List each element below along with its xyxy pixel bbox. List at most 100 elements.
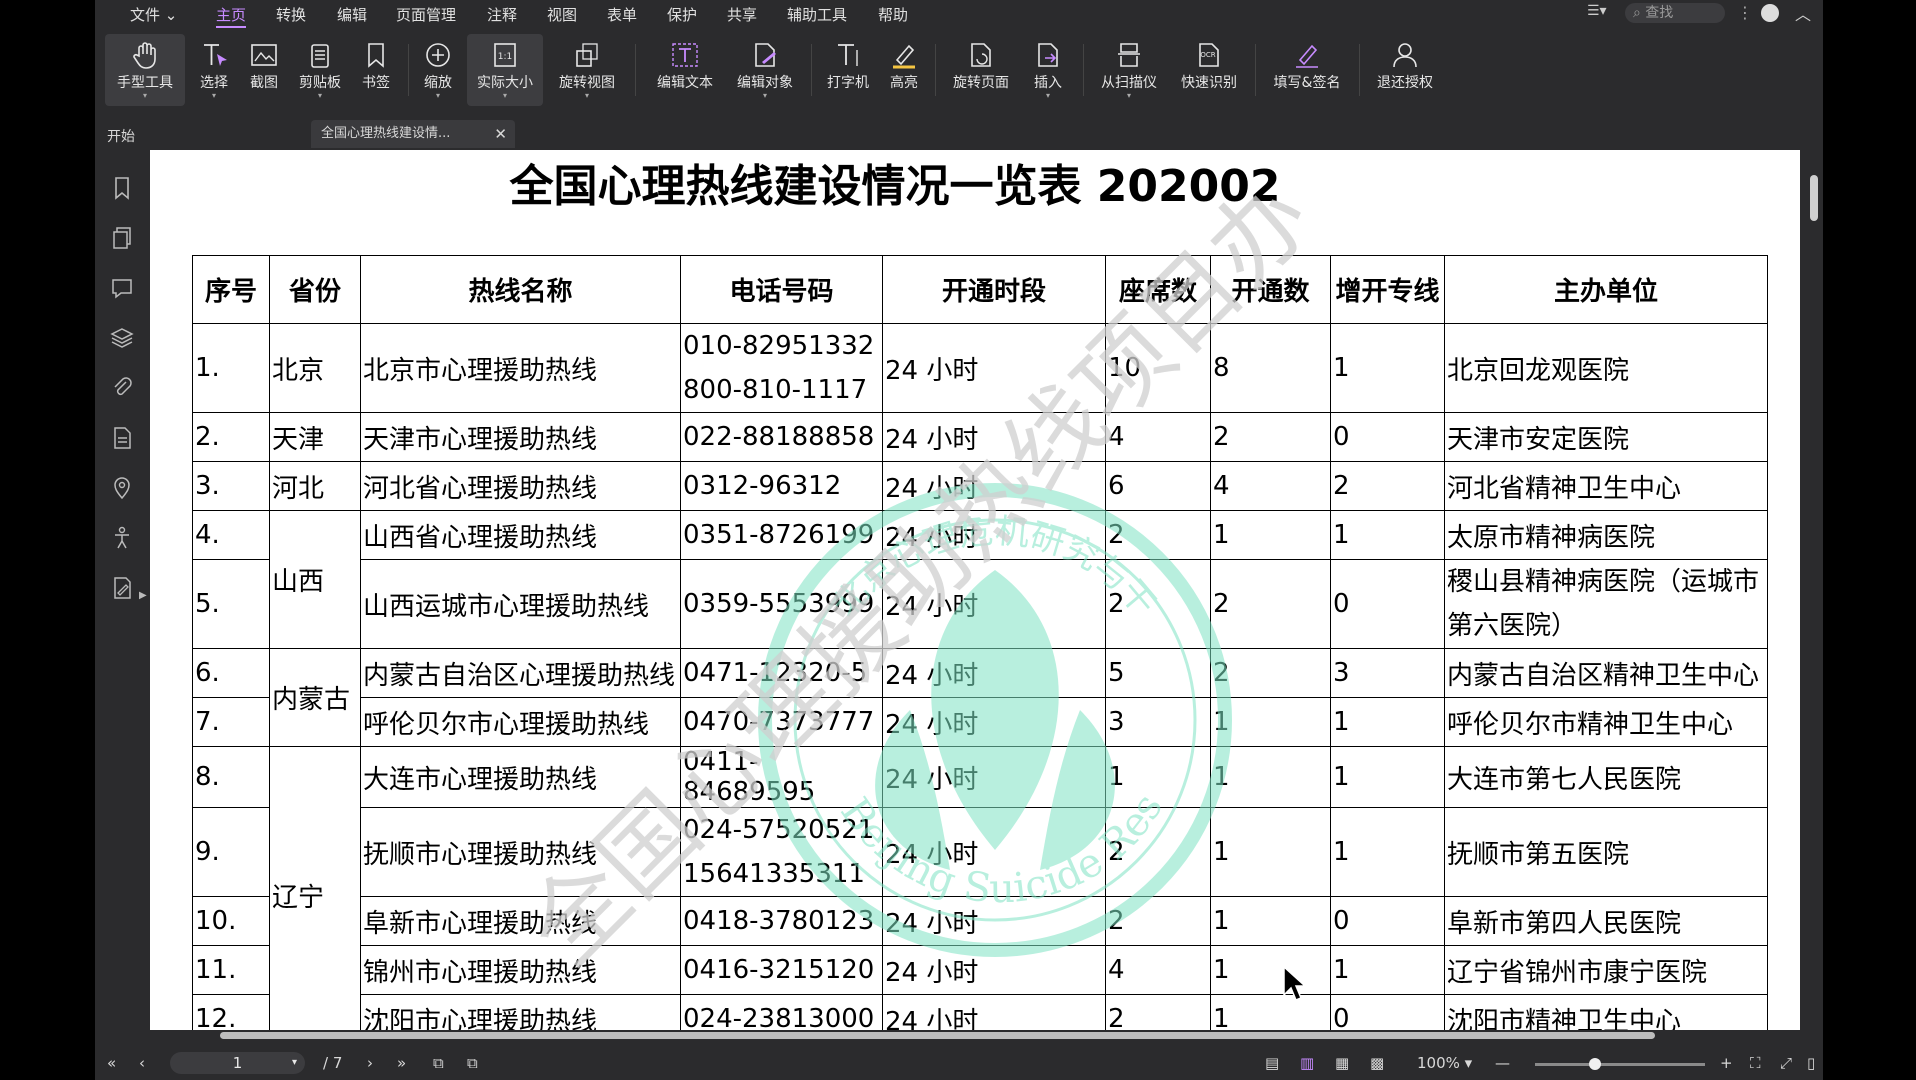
facing-page-icon[interactable]: ▦ <box>1335 1054 1349 1072</box>
tool-quick-ocr[interactable]: OCR 快速识别 <box>1171 34 1247 106</box>
menu-home[interactable]: 主页 <box>216 4 247 28</box>
cell-hours: 24 小时 <box>882 412 1106 462</box>
tool-highlight[interactable]: 高亮 <box>881 34 927 106</box>
tab-start[interactable]: 开始 <box>107 126 135 146</box>
cell-index: 4. <box>192 510 270 560</box>
signature-panel-icon[interactable] <box>109 575 135 601</box>
next-page-icon[interactable]: › <box>367 1054 373 1072</box>
bookmark-panel-icon[interactable] <box>109 175 135 201</box>
tool-hand[interactable]: 手型工具 ▾ <box>105 34 185 106</box>
header-organizer: 主办单位 <box>1444 255 1768 324</box>
search-input[interactable]: ⌕ 查找 <box>1625 3 1725 23</box>
tool-label: 插入 <box>1034 75 1062 91</box>
tool-edit-text[interactable]: 编辑文本 <box>647 34 723 106</box>
fit-page-icon[interactable]: ⛶ <box>1750 1054 1761 1072</box>
close-icon[interactable]: ✕ <box>494 120 507 148</box>
menu-edit[interactable]: 编辑 <box>337 4 367 25</box>
first-page-icon[interactable]: « <box>107 1054 116 1072</box>
header-seats: 座席数 <box>1105 255 1211 324</box>
cell-hours: 24 小时 <box>882 807 1106 897</box>
continuous-page-icon[interactable]: ▥ <box>1300 1054 1314 1072</box>
zoom-slider[interactable] <box>1535 1058 1705 1070</box>
tool-snapshot[interactable]: 截图 <box>241 34 287 106</box>
zoom-in-icon[interactable]: + <box>1720 1054 1733 1072</box>
menu-file[interactable]: 文件 ⌄ <box>130 4 177 25</box>
zoom-out-icon[interactable]: — <box>1495 1054 1510 1072</box>
page-number-input[interactable]: 1 ▾ <box>170 1052 305 1074</box>
vertical-scroll-thumb[interactable] <box>1810 175 1818 221</box>
header-hours: 开通时段 <box>882 255 1106 324</box>
continuous-facing-icon[interactable]: ▩ <box>1370 1054 1384 1072</box>
table-row: 1. 北京 北京市心理援助热线 010-82951332 800-810-1117… <box>192 323 1768 413</box>
horizontal-scrollbar[interactable] <box>150 1030 1800 1042</box>
user-avatar-icon[interactable] <box>1761 4 1779 22</box>
navigation-side-panel: ▶ <box>95 150 150 1030</box>
tool-label: 旋转视图 <box>559 75 615 91</box>
cell-seats: 4 <box>1105 412 1211 462</box>
menu-form[interactable]: 表单 <box>607 4 637 25</box>
menu-view[interactable]: 视图 <box>547 4 577 25</box>
cell-index: 1. <box>192 323 270 413</box>
menu-convert[interactable]: 转换 <box>276 4 306 25</box>
search-options-icon[interactable]: ☰▾ <box>1587 3 1607 19</box>
expand-panel-icon[interactable]: ▶ <box>139 590 147 601</box>
header-hotline-name: 热线名称 <box>360 255 681 324</box>
tool-actual-size[interactable]: 1:1 实际大小 ▾ <box>467 34 543 106</box>
tool-label: 书签 <box>362 75 390 91</box>
tool-rotate-page[interactable]: 旋转页面 <box>943 34 1019 106</box>
horizontal-scroll-thumb[interactable] <box>220 1032 1655 1039</box>
cell-organizer: 内蒙古自治区精神卫生中心 <box>1444 648 1768 698</box>
tool-from-scanner[interactable]: 从扫描仪 ▾ <box>1091 34 1167 106</box>
cell-organizer: 抚顺市第五医院 <box>1444 807 1768 897</box>
document-viewport[interactable]: 全国心理热线建设情况一览表 202002 序号 省份 热线名称 电话号码 开通时… <box>150 150 1800 1030</box>
duplicate-view-icon[interactable]: ⧉ <box>467 1054 478 1072</box>
zoom-level[interactable]: 100% ▾ <box>1417 1054 1472 1072</box>
tool-label: 实际大小 <box>477 75 533 91</box>
zoom-slider-knob[interactable] <box>1588 1058 1601 1070</box>
more-options-icon[interactable]: ⋮ <box>1737 3 1753 22</box>
tool-bookmark[interactable]: 书签 <box>353 34 399 106</box>
collapse-ribbon-icon[interactable]: ︿ <box>1795 1 1811 25</box>
page-view-icon[interactable]: ⧉ <box>433 1054 444 1072</box>
page-thumbnails-icon[interactable] <box>109 225 135 251</box>
fullscreen-icon[interactable]: ⤢ <box>1780 1054 1792 1072</box>
menu-help[interactable]: 帮助 <box>878 4 908 25</box>
tool-edit-object[interactable]: 编辑对象 ▾ <box>727 34 803 106</box>
attachments-panel-icon[interactable] <box>109 375 135 401</box>
tool-rotate-view[interactable]: 旋转视图 ▾ <box>549 34 625 106</box>
tool-select[interactable]: 选择 ▾ <box>191 34 237 106</box>
header-extra-lines: 增开专线 <box>1330 255 1445 324</box>
last-page-icon[interactable]: » <box>397 1054 406 1072</box>
side-panel-toggle-icon[interactable]: ▯ <box>1807 1054 1815 1072</box>
cell-province: 内蒙古 <box>269 648 361 747</box>
hand-icon <box>133 42 156 69</box>
tool-return-license[interactable]: 退还授权 <box>1367 34 1443 106</box>
location-pin-icon[interactable] <box>109 475 135 501</box>
accessibility-icon[interactable] <box>109 525 135 551</box>
menu-protect[interactable]: 保护 <box>667 4 697 25</box>
tool-zoom[interactable]: 缩放 ▾ <box>415 34 461 106</box>
document-properties-icon[interactable] <box>109 425 135 451</box>
menu-accessibility[interactable]: 辅助工具 <box>787 4 847 25</box>
tool-typewriter[interactable]: 打字机 <box>819 34 877 106</box>
tool-insert[interactable]: 插入 ▾ <box>1023 34 1073 106</box>
menu-share[interactable]: 共享 <box>727 4 757 25</box>
previous-page-icon[interactable]: ‹ <box>139 1054 145 1072</box>
tool-label: 截图 <box>250 75 278 91</box>
pdf-editor-window: 文件 ⌄ 主页 转换 编辑 页面管理 注释 视图 表单 保护 共享 辅助工具 帮… <box>95 0 1823 1080</box>
comments-panel-icon[interactable] <box>109 275 135 301</box>
cell-phone: 0411-84689595 <box>680 746 883 808</box>
table-row: 12. 沈阳市心理援助热线 024-23813000 24 小时 2 1 0 沈… <box>192 994 1768 1030</box>
menu-page-management[interactable]: 页面管理 <box>396 4 456 25</box>
cell-extra-lines: 1 <box>1330 323 1445 413</box>
single-page-icon[interactable]: ▤ <box>1265 1054 1279 1072</box>
chevron-down-icon: ▾ <box>1126 91 1131 100</box>
tab-document-title: 全国心理热线建设情... <box>321 126 451 141</box>
tool-fill-sign[interactable]: 填写&签名 <box>1263 34 1351 106</box>
tool-clipboard[interactable]: 剪贴板 ▾ <box>291 34 349 106</box>
layers-panel-icon[interactable] <box>109 325 135 351</box>
menu-comment[interactable]: 注释 <box>487 4 517 25</box>
tab-document[interactable]: 全国心理热线建设情... ✕ <box>311 120 515 148</box>
vertical-scrollbar[interactable] <box>1805 150 1823 1030</box>
cell-hours: 24 小时 <box>882 697 1106 747</box>
